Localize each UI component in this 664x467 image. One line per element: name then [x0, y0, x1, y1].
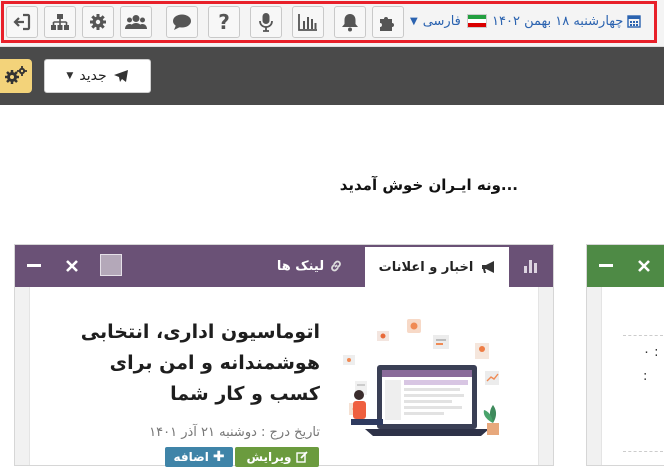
office-automation-illustration [343, 319, 499, 436]
calendar-icon [627, 15, 642, 28]
bell-icon [342, 14, 358, 32]
close-icon [66, 260, 78, 272]
org-chart-button[interactable] [44, 6, 76, 38]
users-icon [125, 15, 147, 29]
reports-button[interactable] [292, 6, 324, 38]
news-panel-header: لینک ها اخبار و اعلانات [15, 245, 553, 287]
caret-down-icon: ▼ [66, 71, 74, 81]
minus-icon [599, 264, 613, 267]
plugins-button[interactable] [372, 6, 404, 38]
logout-icon [13, 13, 31, 31]
settings-button[interactable] [82, 6, 114, 38]
edit-icon [295, 451, 308, 463]
color-swatch-button[interactable] [100, 254, 122, 276]
date-display[interactable]: چهارشنبه ۱۸ بهمن ۱۴۰۲ [492, 10, 654, 32]
minimize-panel-button[interactable] [15, 245, 53, 287]
news-headline[interactable]: اتوماسیون اداری، انتخابی هوشمندانه و امن… [65, 317, 320, 410]
divider [623, 451, 663, 452]
users-button[interactable] [120, 6, 152, 38]
org-chart-icon [51, 14, 69, 30]
add-label: اضافه [173, 450, 209, 464]
action-bar: جدید ▼ [0, 47, 664, 105]
side-panel: : ۰ : [586, 244, 664, 466]
megaphone-icon [482, 261, 495, 273]
gears-icon [5, 66, 27, 84]
language-selector[interactable]: فارسی ▼ [410, 10, 490, 32]
language-label: فارسی [422, 13, 461, 29]
chevron-down-icon: ▼ [410, 15, 418, 27]
admin-settings-button[interactable] [0, 59, 32, 93]
plus-icon: ✚ [212, 449, 225, 465]
new-item-label: جدید [79, 68, 107, 84]
news-date: تاریخ درج : دوشنبه ۲۱ آذر ۱۴۰۱ [149, 425, 320, 440]
add-button[interactable]: ✚ اضافه [165, 447, 233, 467]
edit-label: ویرایش [246, 450, 292, 464]
current-date: چهارشنبه ۱۸ بهمن ۱۴۰۲ [492, 13, 624, 29]
voice-button[interactable] [250, 6, 282, 38]
tab-news[interactable]: اخبار و اعلانات [365, 245, 509, 287]
side-minimize-button[interactable] [587, 245, 625, 287]
bar-chart-icon [298, 14, 317, 31]
flag-iran-icon [466, 14, 487, 28]
puzzle-icon [380, 17, 394, 31]
news-panel: لینک ها اخبار و اعلانات اتوماسیون اداری،… [14, 244, 554, 467]
tab-news-label: اخبار و اعلانات [378, 259, 474, 275]
welcome-message: ...ونه ایـران خوش آمدید [339, 176, 518, 194]
side-scrollbar[interactable] [587, 287, 602, 465]
close-panel-button[interactable] [53, 245, 91, 287]
help-button[interactable]: ? [208, 6, 240, 38]
notifications-button[interactable] [334, 6, 366, 38]
link-icon [331, 260, 341, 272]
send-icon [113, 70, 128, 82]
chat-button[interactable] [166, 6, 198, 38]
tab-links[interactable]: لینک ها [255, 245, 365, 287]
side-value-2: : [643, 369, 648, 384]
top-toolbar: ? فارسی ▼ چهارشنبه ۱۸ بهمن ۱۴۰۲ [0, 0, 664, 47]
divider [623, 335, 663, 336]
minus-icon [27, 264, 41, 267]
bar-chart-icon [524, 260, 537, 273]
microphone-icon [259, 13, 273, 32]
edit-button[interactable]: ویرایش [235, 447, 319, 467]
new-item-button[interactable]: جدید ▼ [44, 59, 151, 93]
chat-icon [173, 14, 191, 30]
side-value-1: : ۰ [643, 345, 659, 360]
side-close-button[interactable] [625, 245, 663, 287]
gear-icon [90, 14, 106, 30]
help-icon: ? [218, 10, 230, 34]
tab-links-label: لینک ها [276, 258, 325, 274]
panel-stats-button[interactable] [509, 245, 553, 287]
side-panel-header [587, 245, 664, 287]
logout-button[interactable] [6, 6, 38, 38]
news-panel-body: اتوماسیون اداری، انتخابی هوشمندانه و امن… [15, 287, 553, 467]
close-icon [638, 260, 650, 272]
